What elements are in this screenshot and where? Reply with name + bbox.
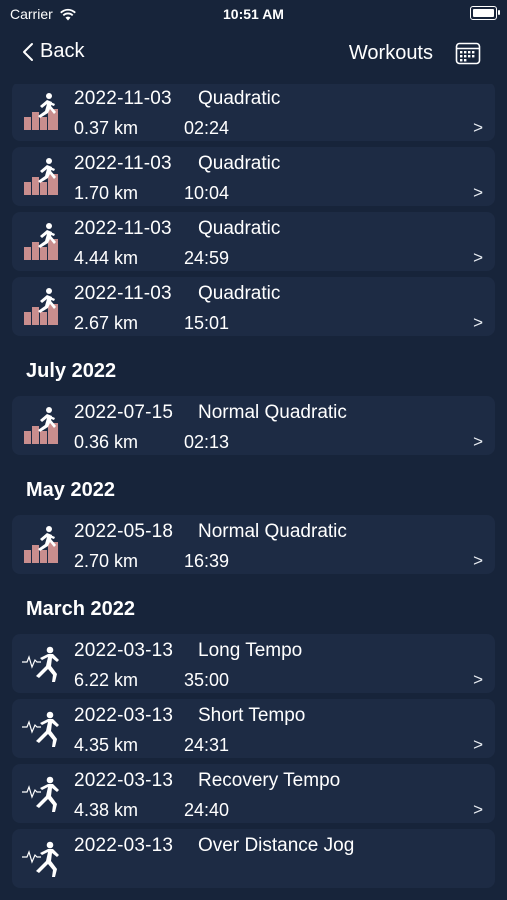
workout-date: 2022-03-13 bbox=[74, 770, 174, 791]
workout-distance: 0.36 km bbox=[74, 432, 139, 452]
workout-distance: 2.70 km bbox=[74, 551, 139, 571]
workout-row[interactable]: 2022-03-13 Long Tempo 6.22 km 35:00 > bbox=[12, 634, 495, 693]
chevron-right-icon: > bbox=[473, 183, 483, 202]
workout-row[interactable]: 2022-11-03 Quadratic 0.37 km 02:24 > bbox=[12, 84, 495, 141]
workout-date: 2022-05-18 bbox=[74, 521, 174, 542]
workout-date: 2022-11-03 bbox=[74, 88, 172, 109]
chevron-right-icon: > bbox=[473, 670, 483, 689]
workout-date: 2022-03-13 bbox=[74, 705, 174, 726]
page-title: Workouts bbox=[348, 42, 433, 64]
workout-row[interactable]: 2022-07-15 Normal Quadratic 0.36 km 02:13 > bbox=[12, 396, 495, 455]
workout-row[interactable]: 2022-11-03 Quadratic 4.44 km 24:59 > bbox=[12, 212, 495, 271]
workout-name: Short Tempo bbox=[198, 705, 306, 726]
workout-row[interactable]: 2022-05-18 Normal Quadratic 2.70 km 16:39 > bbox=[12, 515, 495, 574]
chevron-left-icon bbox=[23, 42, 33, 61]
workout-date: 2022-07-15 bbox=[74, 402, 174, 423]
chevron-right-icon: > bbox=[473, 313, 483, 332]
back-label: Back bbox=[40, 40, 85, 62]
runner-pulse-icon bbox=[22, 774, 62, 814]
workout-distance: 6.22 km bbox=[74, 670, 139, 690]
workout-name: Quadratic bbox=[198, 283, 281, 304]
workout-date: 2022-03-13 bbox=[74, 640, 174, 661]
workout-distance: 2.67 km bbox=[74, 313, 139, 333]
workout-duration: 02:13 bbox=[184, 432, 230, 452]
runner-stairs-icon bbox=[22, 525, 62, 565]
workout-duration: 24:40 bbox=[184, 800, 230, 820]
workout-list-content: 2022-11-03 Quadratic 0.37 km 02:24 > 2022-11… bbox=[0, 84, 507, 888]
runner-stairs-icon bbox=[22, 92, 62, 132]
workout-name: Over Distance Jog bbox=[198, 835, 355, 856]
section-header: July 2022 bbox=[26, 360, 117, 382]
workout-row[interactable]: 2022-03-13 Recovery Tempo 4.38 km 24:40 > bbox=[12, 764, 495, 823]
workout-distance: 4.35 km bbox=[74, 735, 139, 755]
runner-stairs-icon bbox=[22, 157, 62, 197]
workout-name: Quadratic bbox=[198, 88, 281, 109]
section-header: March 2022 bbox=[26, 598, 135, 620]
workout-name: Quadratic bbox=[198, 218, 281, 239]
workout-date: 2022-03-13 bbox=[74, 835, 174, 856]
status-bar: Carrier 10:51 AM bbox=[0, 0, 507, 28]
workout-row[interactable]: 2022-03-13 Over Distance Jog bbox=[12, 829, 495, 888]
runner-pulse-icon bbox=[22, 839, 62, 879]
workout-distance: 0.37 km bbox=[74, 118, 139, 138]
section-header: May 2022 bbox=[26, 479, 115, 501]
workout-distance: 4.38 km bbox=[74, 800, 139, 820]
workout-name: Recovery Tempo bbox=[198, 770, 341, 791]
chevron-right-icon: > bbox=[473, 800, 483, 819]
workout-list[interactable]: 2022-11-03 Quadratic 0.37 km 02:24 > 2022-11… bbox=[0, 84, 507, 900]
workout-name: Normal Quadratic bbox=[198, 521, 347, 542]
navigation-bar: Back Workouts bbox=[0, 28, 507, 84]
workout-distance: 1.70 km bbox=[74, 183, 139, 203]
workout-row[interactable]: 2022-11-03 Quadratic 1.70 km 10:04 > bbox=[12, 147, 495, 206]
workout-duration: 02:24 bbox=[184, 118, 230, 138]
runner-pulse-icon bbox=[22, 709, 62, 749]
chevron-right-icon: > bbox=[473, 432, 483, 451]
workout-date: 2022-11-03 bbox=[74, 283, 172, 304]
runner-stairs-icon bbox=[22, 287, 62, 327]
calendar-icon[interactable] bbox=[455, 40, 481, 66]
runner-pulse-icon bbox=[22, 644, 62, 684]
status-time: 10:51 AM bbox=[223, 6, 284, 22]
workout-date: 2022-11-03 bbox=[74, 218, 172, 239]
chevron-right-icon: > bbox=[473, 735, 483, 754]
chevron-right-icon: > bbox=[473, 118, 483, 137]
workout-distance: 4.44 km bbox=[74, 248, 139, 268]
workout-name: Quadratic bbox=[198, 153, 281, 174]
workout-name: Long Tempo bbox=[198, 640, 303, 661]
workout-duration: 24:31 bbox=[184, 735, 230, 755]
workout-date: 2022-11-03 bbox=[74, 153, 172, 174]
chevron-right-icon: > bbox=[473, 248, 483, 267]
workout-row[interactable]: 2022-11-03 Quadratic 2.67 km 15:01 > bbox=[12, 277, 495, 336]
workout-duration: 10:04 bbox=[184, 183, 230, 203]
workout-duration: 15:01 bbox=[184, 313, 230, 333]
battery-icon bbox=[470, 6, 500, 20]
workout-duration: 24:59 bbox=[184, 248, 230, 268]
runner-stairs-icon bbox=[22, 406, 62, 446]
workout-name: Normal Quadratic bbox=[198, 402, 347, 423]
runner-stairs-icon bbox=[22, 222, 62, 262]
workout-duration: 16:39 bbox=[184, 551, 230, 571]
workout-duration: 35:00 bbox=[184, 670, 230, 690]
chevron-right-icon: > bbox=[473, 551, 483, 570]
workout-row[interactable]: 2022-03-13 Short Tempo 4.35 km 24:31 > bbox=[12, 699, 495, 758]
back-button[interactable]: Back bbox=[22, 40, 84, 63]
